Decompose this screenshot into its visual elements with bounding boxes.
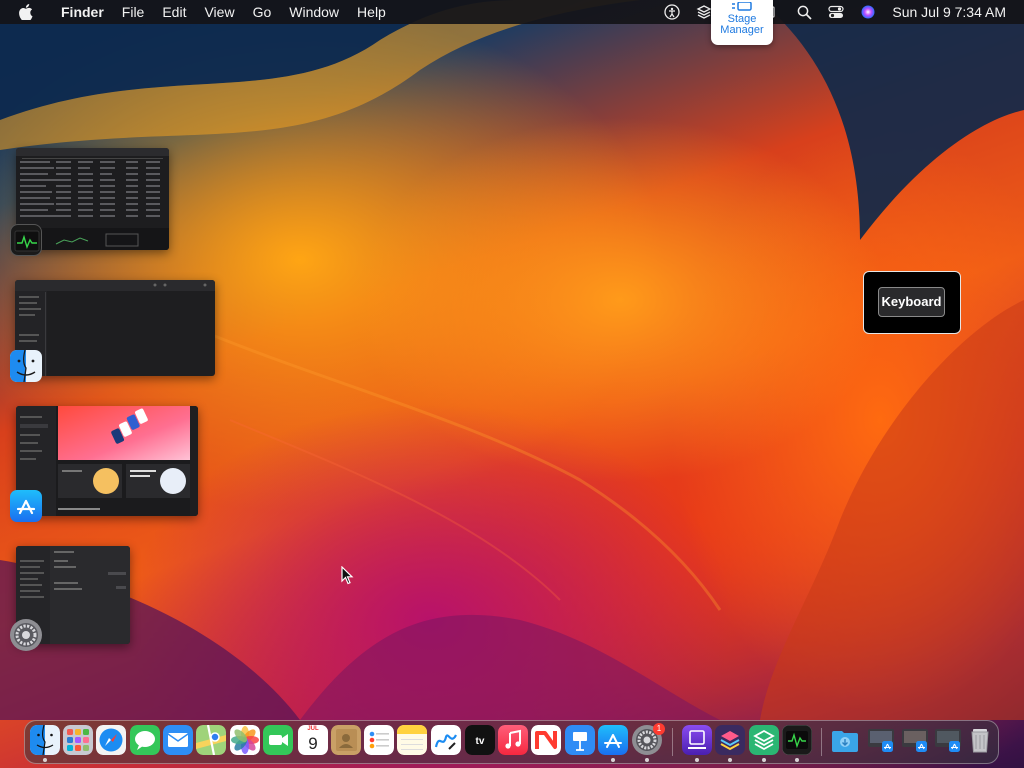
keyboard-button[interactable]: Keyboard bbox=[878, 287, 945, 317]
menu-help[interactable]: Help bbox=[348, 0, 395, 24]
dock-running-dot bbox=[728, 758, 732, 762]
dock-maps-icon[interactable] bbox=[196, 725, 226, 755]
stage-window-app-store[interactable] bbox=[16, 406, 198, 516]
dock-messages-icon[interactable] bbox=[130, 725, 160, 755]
dock-installer-3-icon[interactable] bbox=[933, 725, 963, 755]
search-icon[interactable] bbox=[793, 0, 815, 24]
control-center-icon[interactable] bbox=[825, 0, 847, 24]
menu-app-finder[interactable]: Finder bbox=[52, 0, 113, 24]
dock-tv-icon[interactable]: tv bbox=[465, 725, 495, 755]
menu-go[interactable]: Go bbox=[244, 0, 281, 24]
accessibility-icon[interactable] bbox=[661, 0, 683, 24]
svg-text:tv: tv bbox=[476, 736, 485, 747]
dock-running-dot bbox=[43, 758, 47, 762]
menu-view[interactable]: View bbox=[195, 0, 243, 24]
dock-notes-icon[interactable] bbox=[397, 725, 427, 755]
activity-monitor-icon bbox=[10, 224, 42, 256]
dock-safari-icon[interactable] bbox=[96, 725, 126, 755]
dock-photos-icon[interactable] bbox=[230, 725, 260, 755]
dock-app-store-icon[interactable] bbox=[598, 725, 628, 755]
dock-mail-icon[interactable] bbox=[163, 725, 193, 755]
menu-file[interactable]: File bbox=[113, 0, 154, 24]
calendar-day: 9 bbox=[308, 734, 318, 753]
app-store-preview bbox=[16, 406, 198, 516]
dock-running-dot bbox=[762, 758, 766, 762]
apple-menu-icon[interactable] bbox=[0, 4, 52, 20]
dock-keynote-icon[interactable] bbox=[565, 725, 595, 755]
dock-running-dot bbox=[645, 758, 649, 762]
system-settings-icon bbox=[10, 619, 42, 651]
dock-layers-app-icon[interactable] bbox=[715, 725, 745, 755]
dock-running-dot bbox=[795, 758, 799, 762]
finder-preview bbox=[15, 280, 215, 376]
menu-bar: Finder File Edit View Go Window Help Sun… bbox=[0, 0, 1024, 24]
dock-running-dot bbox=[611, 758, 615, 762]
stage-window-finder[interactable] bbox=[15, 280, 215, 376]
dock-finder-icon[interactable] bbox=[30, 725, 60, 755]
dock-launchpad-icon[interactable] bbox=[63, 725, 93, 755]
dock-activity-monitor-icon[interactable] bbox=[782, 725, 812, 755]
finder-icon bbox=[10, 349, 42, 383]
settings-notification-badge: 1 bbox=[653, 723, 665, 735]
dock-news-icon[interactable] bbox=[531, 725, 561, 755]
wallpaper-waves bbox=[0, 0, 1024, 720]
dock-separator bbox=[672, 728, 673, 756]
dock-freeform-icon[interactable] bbox=[431, 725, 461, 755]
mouse-cursor-icon bbox=[341, 566, 354, 585]
dock-separator bbox=[821, 728, 822, 756]
dock-trash-icon[interactable] bbox=[965, 725, 995, 755]
dock-installer-1-icon[interactable] bbox=[866, 725, 896, 755]
dock-reminders-icon[interactable] bbox=[364, 725, 394, 755]
dock-calendar-icon[interactable]: JUL 9 bbox=[298, 725, 328, 755]
dock-contacts-icon[interactable] bbox=[331, 725, 361, 755]
menu-clock[interactable]: Sun Jul 9 7:34 AM bbox=[884, 4, 1024, 20]
dock-installer-2-icon[interactable] bbox=[900, 725, 930, 755]
dock-running-dot bbox=[695, 758, 699, 762]
keyboard-overlay-panel: Keyboard bbox=[863, 271, 961, 334]
dock-downloads-folder-icon[interactable] bbox=[830, 725, 860, 755]
stage-manager-label-2: Manager bbox=[720, 24, 764, 36]
dock-simulator-icon[interactable] bbox=[682, 725, 712, 755]
dock-music-icon[interactable] bbox=[498, 725, 528, 755]
siri-icon[interactable] bbox=[857, 0, 879, 24]
menu-edit[interactable]: Edit bbox=[153, 0, 195, 24]
app-store-icon bbox=[10, 490, 42, 522]
menu-window[interactable]: Window bbox=[280, 0, 348, 24]
stage-manager-popup[interactable]: Stage Manager bbox=[711, 0, 773, 45]
dock-stack-app-icon[interactable] bbox=[749, 725, 779, 755]
dock-facetime-icon[interactable] bbox=[263, 725, 293, 755]
